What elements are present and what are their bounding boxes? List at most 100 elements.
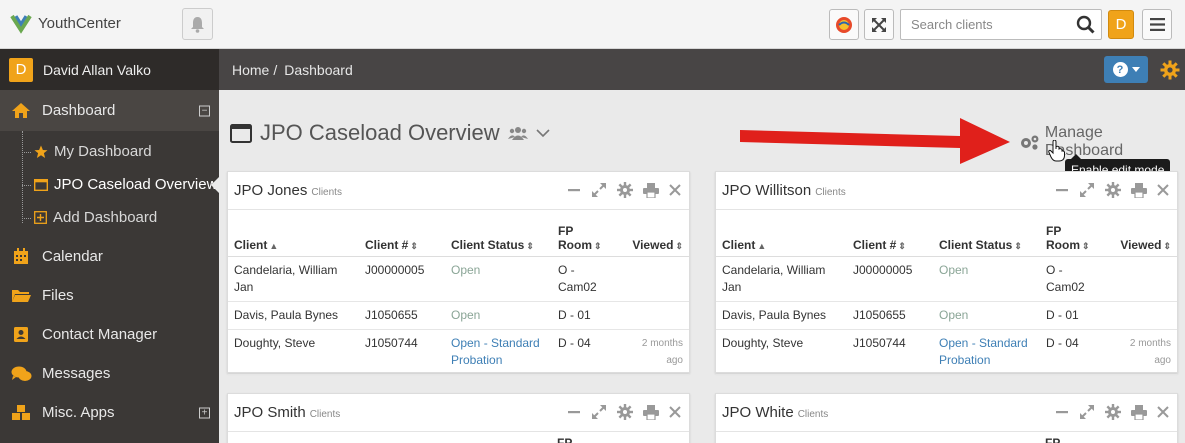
sidebar-item-messages[interactable]: Messages — [0, 354, 219, 393]
breadcrumb-current: Dashboard — [284, 61, 353, 78]
gear-icon[interactable] — [617, 182, 633, 198]
table-row[interactable]: Candelaria, William Jan J00000005 Open O … — [716, 256, 1177, 302]
minimize-icon[interactable] — [567, 405, 581, 419]
ie-mode-button[interactable] — [829, 9, 859, 40]
sidebar-item-label: Dashboard — [42, 102, 116, 119]
sidebar-user[interactable]: D David Allan Valko — [0, 49, 219, 90]
help-icon: ? — [1112, 62, 1128, 77]
col-fp-room: FP — [557, 436, 573, 443]
caseload-table: Client ▲ Client # ⇕ Client Status ⇕ FP Room ⇕… — [716, 210, 1177, 375]
client-search — [900, 9, 1102, 40]
table-row[interactable]: Davis, Paula Bynes J1050655 Open D - 01 — [716, 301, 1177, 330]
gear-icon[interactable] — [1160, 60, 1180, 80]
col-client-num[interactable]: Client # ⇕ — [359, 210, 445, 257]
close-icon[interactable] — [669, 184, 681, 196]
print-icon[interactable] — [643, 182, 659, 198]
bell-icon — [191, 16, 204, 33]
star-icon — [34, 145, 48, 158]
table-row[interactable]: Davis, Paula Bynes J1050655 Open D - 01 — [228, 301, 689, 330]
main-menu-button[interactable] — [1142, 9, 1172, 40]
print-icon[interactable] — [643, 404, 659, 420]
close-icon[interactable] — [1157, 184, 1169, 196]
print-icon[interactable] — [1131, 404, 1147, 420]
user-avatar: D — [9, 57, 33, 82]
breadcrumb-home[interactable]: Home — [232, 62, 269, 78]
chevron-down-icon[interactable] — [536, 128, 550, 138]
sidebar-item-contact-manager[interactable]: Contact Manager — [0, 315, 219, 354]
sidebar-item-misc-apps[interactable]: Misc. Apps + — [0, 393, 219, 432]
col-client-num[interactable]: Client # ⇕ — [847, 210, 933, 257]
annotation-arrow — [740, 118, 1010, 164]
widget-tools — [567, 404, 681, 420]
gear-icon[interactable] — [1105, 404, 1121, 420]
user-menu-button[interactable]: D — [1108, 10, 1134, 39]
hamburger-icon — [1149, 18, 1165, 31]
minimize-icon[interactable] — [1055, 183, 1069, 197]
widget-title: JPO White — [722, 404, 794, 421]
widget-tools — [1055, 404, 1169, 420]
home-icon — [10, 102, 32, 119]
table-row[interactable]: Doughty, Steve J1050744 Open - Standard P… — [228, 329, 689, 375]
col-status[interactable]: Client Status ⇕ — [445, 210, 552, 257]
col-viewed[interactable]: Viewed ⇕ — [1106, 210, 1177, 257]
window-icon — [230, 123, 252, 143]
notifications-button[interactable] — [182, 8, 213, 40]
sidebar-item-label: Messages — [42, 365, 111, 382]
users-icon — [507, 127, 528, 140]
gear-icon[interactable] — [1105, 182, 1121, 198]
close-icon[interactable] — [1157, 406, 1169, 418]
folder-icon — [10, 288, 32, 303]
search-input[interactable] — [901, 10, 1066, 39]
widget-title: JPO Willitson — [722, 182, 812, 199]
sidebar-item-add-dashboard[interactable]: Add Dashboard — [0, 201, 219, 234]
top-bar: YouthCenter D — [0, 0, 1185, 49]
col-viewed[interactable]: Viewed ⇕ — [618, 210, 689, 257]
sidebar-item-calendar[interactable]: Calendar — [0, 237, 219, 276]
minimize-icon[interactable] — [1055, 405, 1069, 419]
widget-subtitle: Clients — [797, 408, 829, 420]
col-status[interactable]: Client Status ⇕ — [933, 210, 1040, 257]
dashboard-submenu: My Dashboard JPO Caseload Overview Add D… — [0, 131, 219, 237]
sidebar: D David Allan Valko Dashboard − My Dashb… — [0, 49, 219, 443]
sidebar-item-my-dashboard[interactable]: My Dashboard — [0, 135, 219, 168]
col-fp-room[interactable]: FP Room ⇕ — [552, 210, 618, 257]
widget-jpo-white: JPO White Clients FP — [715, 393, 1178, 443]
manage-dashboard-link[interactable]: Manage Dashboard — [1019, 124, 1185, 160]
sidebar-item-files[interactable]: Files — [0, 276, 219, 315]
app-name: YouthCenter — [38, 14, 121, 32]
widget-header: JPO White Clients — [716, 394, 1177, 432]
widget-subtitle: Clients — [309, 408, 341, 420]
sidebar-item-jpo-caseload[interactable]: JPO Caseload Overview — [0, 168, 219, 201]
search-icon[interactable] — [1076, 15, 1095, 34]
widget-header: JPO Willitson Clients — [716, 172, 1177, 210]
minimize-icon[interactable] — [567, 183, 581, 197]
expand-icon[interactable] — [1079, 404, 1095, 420]
caseload-table: Client ▲ Client # ⇕ Client Status ⇕ FP Room ⇕… — [228, 210, 689, 375]
calendar-icon — [10, 248, 32, 265]
cubes-icon — [10, 404, 32, 421]
caret-down-icon — [1131, 67, 1140, 72]
table-row[interactable]: Candelaria, William Jan J00000005 Open O … — [228, 256, 689, 302]
close-icon[interactable] — [669, 406, 681, 418]
print-icon[interactable] — [1131, 182, 1147, 198]
expand-icon[interactable] — [591, 182, 607, 198]
hand-cursor-icon — [1048, 140, 1065, 162]
table-row[interactable]: Doughty, Steve J1050744 Open - Standard P… — [716, 329, 1177, 375]
sidebar-item-label: Misc. Apps — [42, 404, 115, 421]
expand-icon[interactable]: + — [199, 407, 210, 418]
col-client[interactable]: Client ▲ — [716, 210, 847, 257]
widget-header: JPO Jones Clients — [228, 172, 689, 210]
fullscreen-button[interactable] — [864, 9, 894, 40]
page-title: JPO Caseload Overview — [260, 120, 500, 145]
help-dropdown-button[interactable]: ? — [1104, 56, 1148, 83]
expand-icon[interactable] — [591, 404, 607, 420]
app-logo[interactable]: YouthCenter — [10, 12, 121, 34]
col-fp-room[interactable]: FP Room ⇕ — [1040, 210, 1106, 257]
collapse-icon[interactable]: − — [199, 105, 210, 116]
gear-icon[interactable] — [617, 404, 633, 420]
expand-icon[interactable] — [1079, 182, 1095, 198]
youthcenter-logo-icon — [10, 12, 32, 34]
sidebar-item-dashboard[interactable]: Dashboard − — [0, 90, 219, 131]
breadcrumb-separator: / — [273, 61, 278, 78]
col-client[interactable]: Client ▲ — [228, 210, 359, 257]
